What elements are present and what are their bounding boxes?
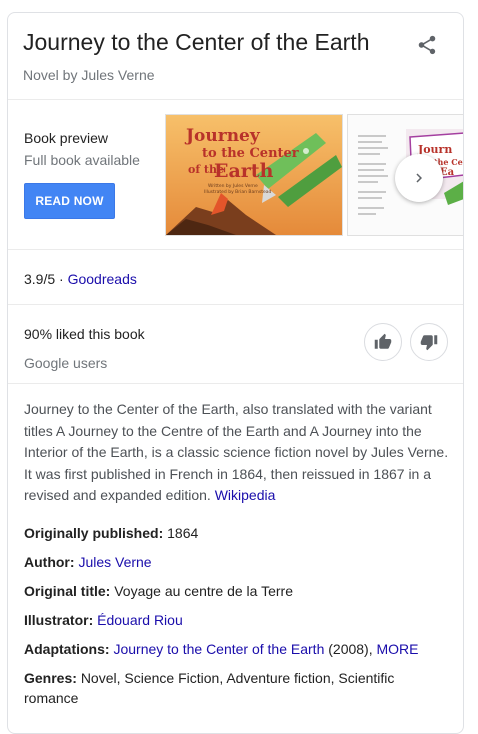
divider bbox=[8, 383, 463, 384]
fact-adaptations: Adaptations: Journey to the Center of th… bbox=[24, 639, 449, 659]
facts-list: Originally published: 1864 Author: Jules… bbox=[24, 523, 449, 717]
rating-score: 3.9/5 bbox=[24, 271, 56, 287]
cover-title-line: Earth bbox=[214, 160, 274, 182]
page-title: Journey to the Center of the Earth bbox=[23, 29, 370, 55]
chevron-right-icon bbox=[416, 173, 422, 183]
adaptation-link[interactable]: Journey to the Center of the Earth bbox=[113, 641, 324, 657]
cover-credit-line: Written by Jules Verne bbox=[208, 183, 258, 189]
fact-value: Voyage au centre de la Terre bbox=[114, 583, 293, 599]
thumbs-up-icon bbox=[374, 333, 392, 349]
liked-source: Google users bbox=[24, 355, 108, 371]
fact-label: Illustrator: bbox=[24, 612, 94, 628]
fact-illustrator: Illustrator: Édouard Riou bbox=[24, 610, 449, 630]
rating-row: 3.9/5 · Goodreads bbox=[24, 271, 137, 287]
preview-availability: Full book available bbox=[24, 152, 140, 168]
author-link[interactable]: Jules Verne bbox=[78, 554, 151, 570]
wikipedia-link[interactable]: Wikipedia bbox=[215, 487, 276, 503]
fact-value: 1864 bbox=[167, 525, 199, 541]
next-page-button[interactable] bbox=[395, 154, 443, 202]
read-now-button[interactable]: READ NOW bbox=[24, 183, 115, 219]
thumbs-down-button[interactable] bbox=[410, 323, 448, 361]
share-icon bbox=[418, 35, 436, 55]
fact-genres: Genres: Novel, Science Fiction, Adventur… bbox=[24, 668, 449, 708]
more-adaptations-link[interactable]: MORE bbox=[377, 641, 419, 657]
fact-value: Novel, Science Fiction, Adventure fictio… bbox=[24, 670, 395, 706]
book-cover-image[interactable]: Journey to the Center of the Earth Writt… bbox=[165, 114, 343, 236]
thumbs-down-icon bbox=[420, 335, 438, 351]
illustrator-link[interactable]: Édouard Riou bbox=[97, 612, 183, 628]
liked-percentage: 90% liked this book bbox=[24, 326, 145, 342]
panel-header: Journey to the Center of the Earth Novel… bbox=[23, 27, 369, 83]
share-button[interactable] bbox=[416, 34, 438, 56]
adaptation-year: (2008), bbox=[328, 641, 373, 657]
rating-separator: · bbox=[55, 271, 68, 287]
cover-credit-line: Illustrated by Brian Barnstead bbox=[204, 189, 271, 195]
fact-label: Author: bbox=[24, 554, 75, 570]
liked-section: 90% liked this book Google users bbox=[24, 326, 145, 371]
fact-published: Originally published: 1864 bbox=[24, 523, 449, 543]
thumbs-up-button[interactable] bbox=[364, 323, 402, 361]
fact-original-title: Original title: Voyage au centre de la T… bbox=[24, 581, 449, 601]
fact-label: Adaptations: bbox=[24, 641, 110, 657]
description: Journey to the Center of the Earth, also… bbox=[24, 399, 449, 507]
cover-title-line: to the Center bbox=[202, 146, 299, 161]
divider bbox=[8, 99, 463, 100]
cover-title-line: Journey bbox=[184, 126, 261, 146]
divider bbox=[8, 249, 463, 250]
goodreads-link[interactable]: Goodreads bbox=[68, 271, 137, 287]
knowledge-panel: Journey to the Center of the Earth Novel… bbox=[7, 12, 464, 734]
fact-label: Originally published: bbox=[24, 525, 164, 541]
divider bbox=[8, 304, 463, 305]
fact-author: Author: Jules Verne bbox=[24, 552, 449, 572]
page-subtitle: Novel by Jules Verne bbox=[23, 67, 155, 83]
preview-label: Book preview bbox=[24, 130, 109, 146]
book-preview: Book preview Full book available bbox=[24, 130, 140, 168]
fact-label: Genres: bbox=[24, 670, 77, 686]
fact-label: Original title: bbox=[24, 583, 111, 599]
